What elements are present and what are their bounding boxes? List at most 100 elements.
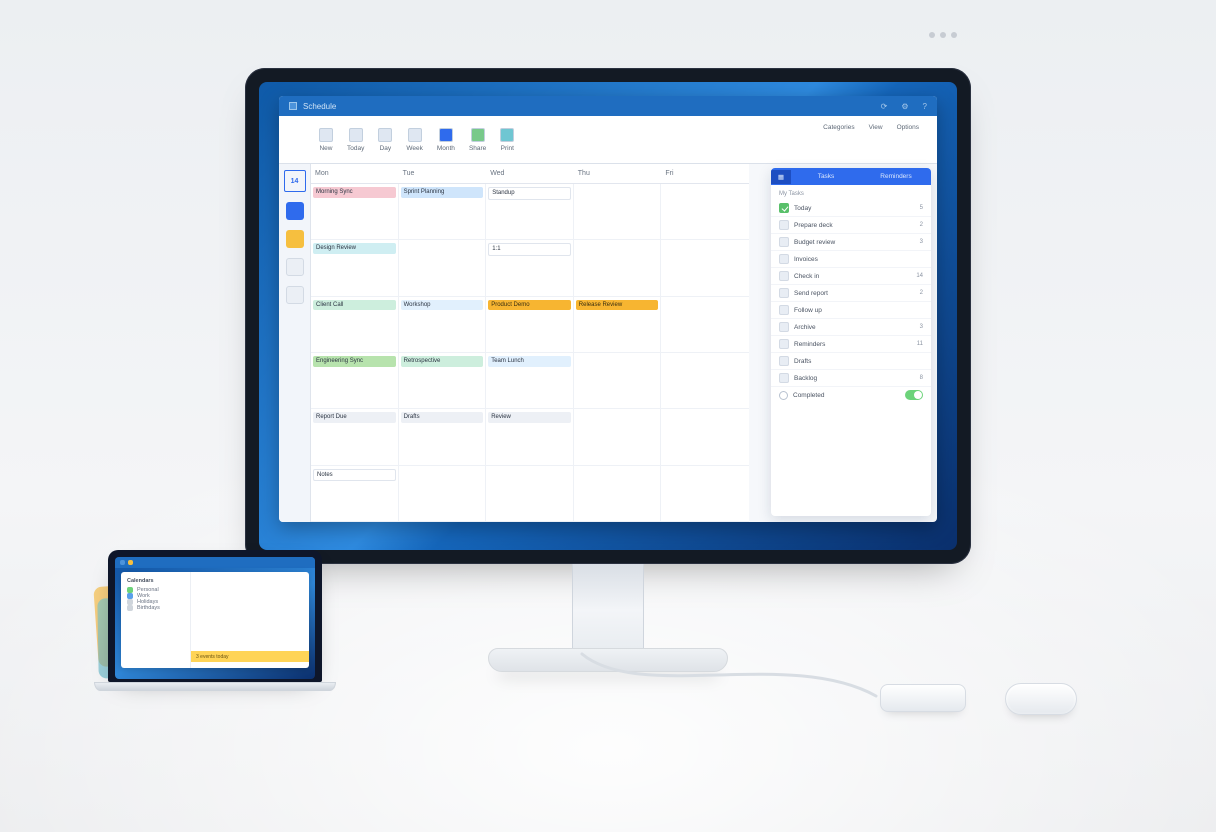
calendar-cell[interactable]	[574, 466, 662, 522]
side-panel-item[interactable]: Invoices	[771, 251, 931, 268]
calendar-cell[interactable]	[661, 353, 749, 409]
side-block-today[interactable]: Today 5	[771, 200, 931, 217]
toggle-label: Completed	[793, 392, 824, 399]
ribbon-group-day[interactable]: Day	[378, 128, 392, 152]
ribbon-group-share[interactable]: Share	[469, 128, 486, 152]
calendar-event[interactable]: Standup	[488, 187, 571, 200]
calendar-cell[interactable]: Workshop	[399, 297, 487, 353]
calendar-cell[interactable]	[399, 240, 487, 296]
calendar-cell[interactable]	[661, 297, 749, 353]
ribbon-icon	[500, 128, 514, 142]
checkbox-icon	[779, 237, 789, 247]
side-panel-item[interactable]: Reminders11	[771, 336, 931, 353]
calendar-cell[interactable]: Standup	[486, 184, 574, 240]
ribbon-icon	[439, 128, 453, 142]
calendar-cell[interactable]: Retrospective	[399, 353, 487, 409]
calendar-cell[interactable]	[661, 466, 749, 522]
side-panel-item[interactable]: Follow up	[771, 302, 931, 319]
side-block-label: Today	[794, 205, 811, 212]
calendar-cell[interactable]: Sprint Planning	[399, 184, 487, 240]
calendar-cell[interactable]: Notes	[311, 466, 399, 522]
calendar-icon[interactable]	[286, 230, 304, 248]
calendar-event[interactable]: Report Due	[313, 412, 396, 423]
calendar-cell[interactable]: Client Call	[311, 297, 399, 353]
ribbon-label: New	[319, 145, 332, 152]
calendar-cell[interactable]: Report Due	[311, 409, 399, 465]
ribbon-label-view[interactable]: View	[869, 124, 883, 131]
calendar-cell[interactable]: Review	[486, 409, 574, 465]
tasks-icon[interactable]	[286, 286, 304, 304]
calendar-cell[interactable]: Product Demo	[486, 297, 574, 353]
calendar-event[interactable]: Morning Sync	[313, 187, 396, 198]
calendar-cell[interactable]	[661, 184, 749, 240]
calendar-event[interactable]: Team Lunch	[488, 356, 571, 367]
side-panel-item[interactable]: Drafts	[771, 353, 931, 370]
radio-icon	[779, 391, 788, 400]
side-toggle-row[interactable]: Completed	[771, 387, 931, 403]
calendar-cell[interactable]: Engineering Sync	[311, 353, 399, 409]
settings-icon[interactable]: ⚙	[901, 102, 908, 111]
side-panel-item[interactable]: Archive3	[771, 319, 931, 336]
side-panel-item[interactable]: Check in14	[771, 268, 931, 285]
calendar-cell[interactable]: Team Lunch	[486, 353, 574, 409]
calendar-event[interactable]: Workshop	[401, 300, 484, 311]
people-icon[interactable]	[286, 258, 304, 276]
ribbon-group-today[interactable]: Today	[347, 128, 364, 152]
side-panel-item[interactable]: Prepare deck2	[771, 217, 931, 234]
title-bar: Schedule ⟳ ⚙ ?	[279, 96, 937, 116]
calendar-cell[interactable]	[574, 184, 662, 240]
side-panel-tabs: ▦ Tasks Reminders	[771, 168, 931, 185]
calendar-cell[interactable]	[574, 409, 662, 465]
ribbon-group-new[interactable]: New	[319, 128, 333, 152]
calendar-event[interactable]: Client Call	[313, 300, 396, 311]
calendar-event[interactable]: Retrospective	[401, 356, 484, 367]
calendar-cell[interactable]	[574, 240, 662, 296]
ribbon-label: Day	[380, 145, 392, 152]
calendar-event[interactable]: Engineering Sync	[313, 356, 396, 367]
calendar-cell[interactable]	[574, 353, 662, 409]
calendar-event[interactable]: Sprint Planning	[401, 187, 484, 198]
calendar-event[interactable]: Notes	[313, 469, 396, 482]
calendar-event[interactable]: 1:1	[488, 243, 571, 256]
calendar-cell[interactable]	[486, 466, 574, 522]
calendar-event[interactable]: Review	[488, 412, 571, 423]
calendar-cell[interactable]: Morning Sync	[311, 184, 399, 240]
column-header: Mon	[311, 164, 399, 183]
calendar-cell[interactable]: Drafts	[399, 409, 487, 465]
calendar-cell[interactable]: Design Review	[311, 240, 399, 296]
side-item-label: Archive	[794, 324, 816, 331]
count-badge: 14	[916, 273, 923, 279]
laptop-item-label: Birthdays	[137, 605, 160, 611]
calendar-cell[interactable]	[661, 409, 749, 465]
ribbon-group-month[interactable]: Month	[437, 128, 455, 152]
ribbon-icon	[378, 128, 392, 142]
calendar-cell[interactable]: 1:1	[486, 240, 574, 296]
calendar-event[interactable]: Design Review	[313, 243, 396, 254]
calendar-event[interactable]: Product Demo	[488, 300, 571, 311]
ribbon-label-categories[interactable]: Categories	[823, 124, 854, 131]
side-panel-item[interactable]: Budget review3	[771, 234, 931, 251]
calendar-event[interactable]: Release Review	[576, 300, 659, 311]
calendar-main: MonTueWedThuFri Morning SyncSprint Plann…	[311, 164, 749, 522]
rail-date-badge[interactable]: 14	[284, 170, 306, 192]
calendar-cell[interactable]: Release Review	[574, 297, 662, 353]
calendar-event[interactable]: Drafts	[401, 412, 484, 423]
side-panel-item[interactable]: Send report2	[771, 285, 931, 302]
help-icon[interactable]: ?	[923, 102, 927, 111]
side-panel-item[interactable]: Backlog8	[771, 370, 931, 387]
ribbon-label: Month	[437, 145, 455, 152]
ribbon-label-options[interactable]: Options	[897, 124, 919, 131]
toggle-switch[interactable]	[905, 390, 923, 400]
calendar-cell[interactable]	[661, 240, 749, 296]
ribbon-group-print[interactable]: Print	[500, 128, 514, 152]
side-tab-tasks[interactable]: Tasks	[791, 170, 861, 183]
laptop-calendar-item[interactable]: Birthdays	[127, 605, 184, 611]
side-tab-home-icon[interactable]: ▦	[771, 170, 791, 184]
mail-icon[interactable]	[286, 202, 304, 220]
count-badge: 3	[920, 239, 923, 245]
laptop-sidebar: Calendars PersonalWorkHolidaysBirthdays	[121, 572, 191, 668]
sync-icon[interactable]: ⟳	[881, 102, 888, 111]
ribbon-group-week[interactable]: Week	[406, 128, 423, 152]
calendar-cell[interactable]	[399, 466, 487, 522]
side-tab-reminders[interactable]: Reminders	[861, 170, 931, 183]
